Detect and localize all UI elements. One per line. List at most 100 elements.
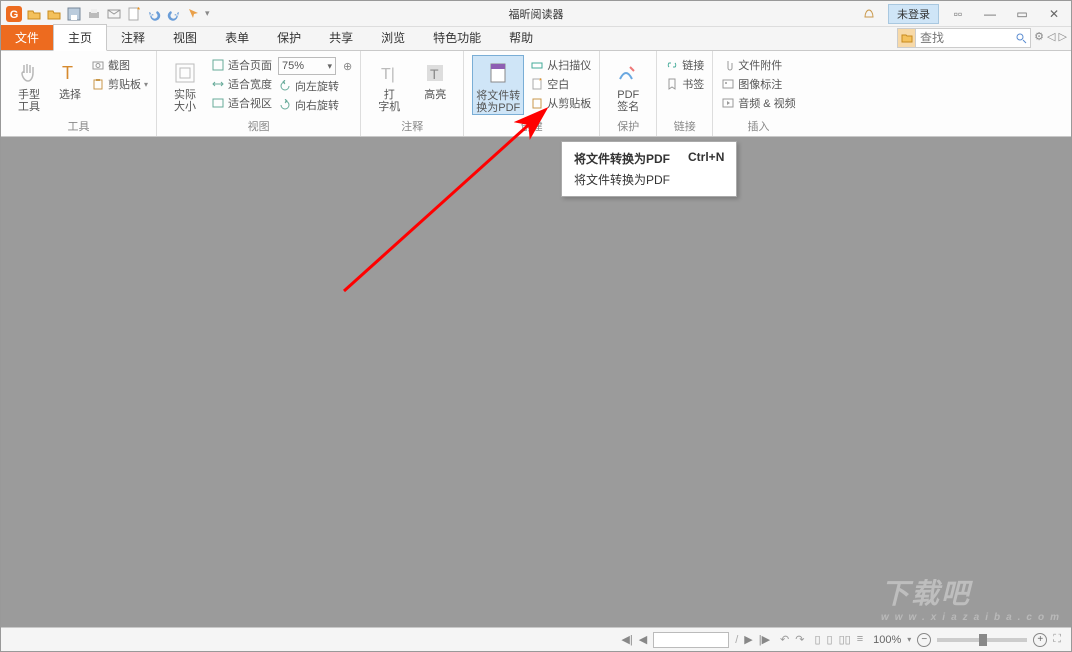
maximize-button[interactable]: ▭ — [1009, 5, 1035, 23]
typewriter-button[interactable]: T| 打 字机 — [369, 55, 409, 113]
tab-view[interactable]: 视图 — [159, 25, 211, 50]
close-button[interactable]: ✕ — [1041, 5, 1067, 23]
zoom-in-icon[interactable]: ⊕ — [343, 60, 352, 73]
search-go-icon[interactable] — [1012, 32, 1030, 44]
window-controls: 未登录 ▫▫ — ▭ ✕ — [856, 4, 1067, 24]
single-page-icon[interactable]: ▯ — [814, 633, 820, 646]
tab-home[interactable]: 主页 — [53, 24, 107, 51]
new-doc-icon[interactable]: * — [125, 5, 143, 23]
fullscreen-icon[interactable]: ⛶ — [1053, 633, 1061, 646]
zoom-select[interactable]: 75% — [278, 57, 336, 75]
media-icon — [721, 96, 735, 110]
tab-feature[interactable]: 特色功能 — [419, 25, 495, 50]
login-button[interactable]: 未登录 — [888, 4, 939, 24]
hand-icon — [15, 59, 43, 87]
svg-text:G: G — [10, 9, 19, 21]
tab-protect[interactable]: 保护 — [263, 25, 315, 50]
link-icon — [665, 58, 679, 72]
tab-browse[interactable]: 浏览 — [367, 25, 419, 50]
fit-visible-button[interactable]: 适合视区 — [211, 95, 272, 111]
continuous-facing-icon[interactable]: ≡ — [857, 633, 863, 646]
ribbon: 手型 工具 T 选择 截图 剪贴板▾ 工具 实际 大小 适合页面 适合宽度 适合… — [1, 51, 1071, 137]
tab-file[interactable]: 文件 — [1, 25, 53, 50]
from-scanner-button[interactable]: 从扫描仪 — [530, 57, 591, 73]
first-page-icon[interactable]: ◀| — [621, 633, 632, 646]
tab-share[interactable]: 共享 — [315, 25, 367, 50]
last-page-icon[interactable]: |▶ — [759, 633, 770, 646]
highlight-icon: T — [421, 59, 449, 87]
svg-text:T: T — [430, 66, 439, 82]
group-links: 链接 书签 链接 — [657, 51, 713, 136]
file-attach-button[interactable]: 文件附件 — [721, 57, 795, 73]
hand-tool-button[interactable]: 手型 工具 — [9, 55, 49, 113]
clipboard-icon — [91, 77, 105, 91]
text-select-icon: T — [56, 59, 84, 87]
camera-icon — [91, 58, 105, 72]
page-input[interactable] — [653, 632, 729, 648]
pdf-sign-button[interactable]: PDF 签名 — [608, 55, 648, 113]
nav-back-icon[interactable]: ↶ — [780, 633, 789, 646]
blank-button[interactable]: *空白 — [530, 76, 591, 92]
tooltip: 将文件转换为PDF Ctrl+N 将文件转换为PDF — [561, 141, 737, 197]
prev-page-icon[interactable]: ◀ — [639, 633, 647, 646]
search-input[interactable] — [916, 31, 1012, 45]
audio-video-button[interactable]: 音频 & 视频 — [721, 95, 795, 111]
from-clipboard-button[interactable]: 从剪贴板 — [530, 95, 591, 111]
link-button[interactable]: 链接 — [665, 57, 704, 73]
fit-width-button[interactable]: 适合宽度 — [211, 76, 272, 92]
clipboard-button[interactable]: 剪贴板▾ — [91, 76, 148, 92]
tooltip-title: 将文件转换为PDF — [574, 150, 670, 167]
zoom-slider[interactable] — [937, 638, 1027, 642]
hand-up-icon[interactable] — [856, 5, 882, 23]
email-icon[interactable] — [105, 5, 123, 23]
snapshot-button[interactable]: 截图 — [91, 57, 148, 73]
zoom-control: 100% ▾ − + ⛶ — [873, 633, 1061, 647]
bookmark-button[interactable]: 书签 — [665, 76, 704, 92]
search-box[interactable] — [897, 28, 1031, 48]
image-annot-button[interactable]: 图像标注 — [721, 76, 795, 92]
ribbon-tabs: 文件 主页 注释 视图 表单 保护 共享 浏览 特色功能 帮助 ⚙ ◁ ▷ — [1, 27, 1071, 51]
scanner-icon — [530, 58, 544, 72]
rotate-left-button[interactable]: 向左旋转 — [278, 78, 352, 94]
select-tool-button[interactable]: T 选择 — [55, 55, 85, 101]
page-navigator: ◀| ◀ / ▶ |▶ — [621, 632, 770, 648]
view-mode-icons: ▯ ▯ ▯▯ ≡ — [814, 633, 863, 646]
group-create: 将文件转 换为PDF 从扫描仪 *空白 从剪贴板 创建 — [464, 51, 600, 136]
group-comment: T| 打 字机 T 高亮 注释 — [361, 51, 464, 136]
zoom-in-button[interactable]: + — [1033, 633, 1047, 647]
minimize-button[interactable]: — — [977, 5, 1003, 23]
tab-form[interactable]: 表单 — [211, 25, 263, 50]
svg-text:*: * — [137, 7, 140, 15]
group-insert: 文件附件 图像标注 音频 & 视频 插入 — [713, 51, 803, 136]
actual-size-icon — [171, 59, 199, 87]
convert-to-pdf-button[interactable]: 将文件转 换为PDF — [472, 55, 524, 115]
print-icon[interactable] — [85, 5, 103, 23]
cursor-mode-icon[interactable] — [185, 5, 203, 23]
highlight-button[interactable]: T 高亮 — [415, 55, 455, 101]
zoom-out-button[interactable]: − — [917, 633, 931, 647]
open-icon[interactable] — [25, 5, 43, 23]
nav-fwd-icon[interactable]: ↷ — [795, 633, 804, 646]
ribbon-extra[interactable]: ⚙ ◁ ▷ — [1034, 30, 1067, 43]
tab-comment[interactable]: 注释 — [107, 25, 159, 50]
typewriter-icon: T| — [375, 59, 403, 87]
redo-icon[interactable] — [165, 5, 183, 23]
file-convert-icon — [484, 60, 512, 88]
tooltip-desc: 将文件转换为PDF — [574, 171, 724, 188]
ribbon-options-icon[interactable]: ▫▫ — [945, 5, 971, 23]
continuous-icon[interactable]: ▯ — [827, 633, 833, 646]
rotate-right-button[interactable]: 向右旋转 — [278, 97, 352, 113]
open2-icon[interactable] — [45, 5, 63, 23]
facing-icon[interactable]: ▯▯ — [839, 633, 851, 646]
next-page-icon[interactable]: ▶ — [744, 633, 752, 646]
group-tools: 手型 工具 T 选择 截图 剪贴板▾ 工具 — [1, 51, 157, 136]
group-view: 实际 大小 适合页面 适合宽度 适合视区 75% ⊕ 向左旋转 向右旋转 视图 — [157, 51, 361, 136]
tab-help[interactable]: 帮助 — [495, 25, 547, 50]
document-viewport — [1, 137, 1071, 627]
app-title: 福昕阅读器 — [509, 6, 564, 22]
fit-page-button[interactable]: 适合页面 — [211, 57, 272, 73]
save-icon[interactable] — [65, 5, 83, 23]
rotate-left-icon — [278, 79, 292, 93]
actual-size-button[interactable]: 实际 大小 — [165, 55, 205, 113]
undo-icon[interactable] — [145, 5, 163, 23]
